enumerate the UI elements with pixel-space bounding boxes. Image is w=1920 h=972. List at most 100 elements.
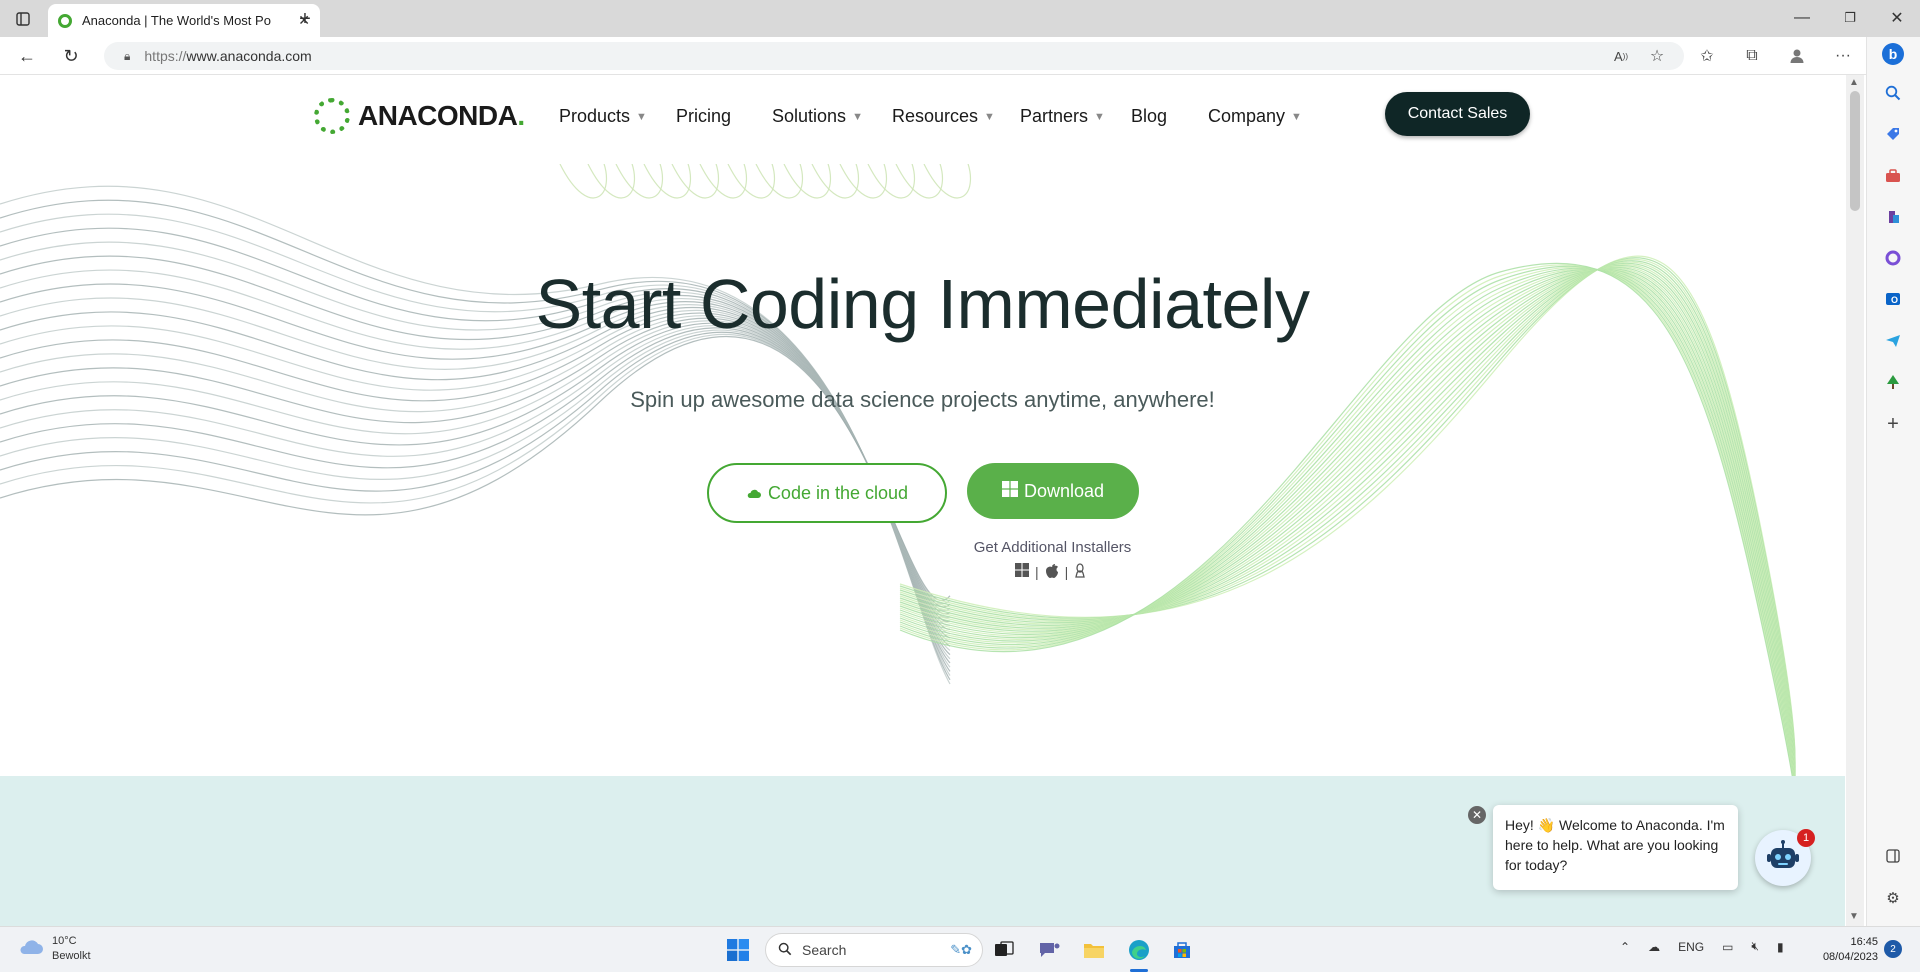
- chat-notification-badge: 1: [1797, 829, 1815, 847]
- scroll-up-icon[interactable]: ▲: [1849, 77, 1859, 88]
- additional-installers-link[interactable]: Get Additional Installers: [920, 539, 1185, 556]
- edge-browser-icon[interactable]: [1125, 936, 1153, 964]
- web-page: ANACONDA. Products ▼ Pricing Solutions ▼ R…: [0, 76, 1845, 926]
- onedrive-cloud-icon[interactable]: ☁: [1648, 940, 1660, 954]
- active-tab[interactable]: Anaconda | The World's Most Po ✕: [48, 4, 320, 37]
- tab-title: Anaconda | The World's Most Po: [82, 13, 271, 28]
- chevron-down-icon: ▼: [636, 110, 647, 123]
- tools-icon[interactable]: [1880, 163, 1906, 189]
- language-indicator[interactable]: ENG: [1678, 940, 1704, 954]
- wave-line: [899, 268, 1796, 776]
- chevron-down-icon: ▼: [852, 110, 863, 123]
- minimize-icon[interactable]: —: [1792, 8, 1812, 28]
- collections-icon[interactable]: ⧉: [1740, 44, 1764, 68]
- chat-close-icon[interactable]: ✕: [1468, 806, 1486, 824]
- wave-line: [0, 185, 951, 685]
- page-scrollbar[interactable]: ▲ ▼: [1846, 75, 1864, 926]
- wave-line: [867, 164, 916, 199]
- cloud-weather-icon: [18, 938, 44, 961]
- clock[interactable]: 16:45 08/04/2023: [1823, 935, 1878, 965]
- outlook-icon[interactable]: O: [1880, 286, 1906, 312]
- wave-line: [587, 164, 636, 199]
- weather-desc: Bewolkt: [52, 950, 91, 962]
- linux-installer-icon[interactable]: [1074, 562, 1086, 581]
- hero-title: Start Coding Immediately: [535, 265, 1310, 343]
- settings-gear-icon[interactable]: ⚙: [1880, 885, 1906, 911]
- window-close-icon[interactable]: ✕: [1887, 8, 1907, 28]
- lock-icon: 🔒︎: [124, 48, 131, 63]
- chevron-down-icon: ▼: [1291, 110, 1302, 123]
- chevron-down-icon: ▼: [1094, 110, 1105, 123]
- task-view-icon[interactable]: [990, 936, 1018, 964]
- taskbar-search-box[interactable]: Search ✎✿: [765, 933, 983, 967]
- clock-time: 16:45: [1850, 936, 1878, 948]
- os-separator: |: [1035, 563, 1039, 580]
- more-options-icon[interactable]: ···: [1831, 44, 1855, 68]
- display-icon[interactable]: ▭: [1722, 940, 1733, 954]
- notification-count-badge[interactable]: 2: [1884, 940, 1902, 958]
- volume-muted-icon[interactable]: 🔇︎: [1751, 939, 1759, 954]
- nav-products[interactable]: Products ▼: [559, 106, 647, 127]
- microsoft-365-icon[interactable]: [1880, 245, 1906, 271]
- anaconda-ring-icon: [314, 98, 350, 134]
- nav-company[interactable]: Company ▼: [1208, 106, 1302, 127]
- tree-icon[interactable]: [1880, 369, 1906, 395]
- taskbar-search-label: Search: [802, 942, 847, 958]
- teams-chat-icon[interactable]: [1035, 936, 1063, 964]
- telegram-send-icon[interactable]: [1880, 328, 1906, 354]
- read-aloud-icon[interactable]: A)): [1609, 44, 1633, 68]
- wave-line: [899, 267, 1795, 776]
- new-tab-icon[interactable]: +: [294, 8, 316, 30]
- start-windows-icon[interactable]: [724, 936, 752, 964]
- wave-line: [839, 164, 888, 199]
- battery-icon[interactable]: ▮: [1777, 940, 1784, 954]
- anaconda-favicon-icon: [58, 13, 72, 28]
- tab-actions-icon[interactable]: [12, 9, 34, 29]
- add-favorite-icon[interactable]: ☆: [1645, 44, 1669, 68]
- nav-partners[interactable]: Partners ▼: [1020, 106, 1105, 127]
- url-field[interactable]: 🔒︎ https://www.anaconda.com: [104, 42, 1684, 70]
- refresh-icon[interactable]: ↻: [60, 45, 82, 67]
- search-icon[interactable]: [1880, 80, 1906, 106]
- weather-widget[interactable]: 10°C Bewolkt: [18, 934, 91, 964]
- site-header: ANACONDA. Products ▼ Pricing Solutions ▼ R…: [0, 76, 1845, 164]
- nav-resources[interactable]: Resources ▼: [892, 106, 995, 127]
- apple-installer-icon[interactable]: [1045, 562, 1059, 581]
- code-in-cloud-label: Code in the cloud: [767, 482, 909, 503]
- chat-welcome-bubble[interactable]: Hey! 👋 Welcome to Anaconda. I'm here to …: [1493, 805, 1738, 890]
- favorites-icon[interactable]: ✩: [1695, 44, 1719, 68]
- nav-solutions[interactable]: Solutions ▼: [772, 106, 863, 127]
- nav-blog[interactable]: Blog: [1131, 106, 1167, 127]
- wave-line: [811, 164, 860, 199]
- show-hidden-icons-icon[interactable]: ⌃: [1620, 940, 1630, 954]
- download-button[interactable]: Download: [967, 463, 1139, 519]
- wave-line: [899, 269, 1796, 776]
- hide-sidebar-icon[interactable]: [1880, 843, 1906, 869]
- url-host: www.anaconda.com: [186, 48, 312, 64]
- code-in-cloud-button[interactable]: Code in the cloud: [707, 463, 947, 523]
- svg-text:O: O: [1891, 295, 1898, 305]
- scroll-thumb[interactable]: [1850, 91, 1860, 211]
- svg-text:b: b: [1889, 46, 1898, 62]
- file-explorer-icon[interactable]: [1080, 936, 1108, 964]
- anaconda-logo[interactable]: ANACONDA.: [314, 98, 525, 134]
- wave-line: [783, 164, 832, 199]
- profile-icon[interactable]: [1785, 44, 1809, 68]
- wave-line: [895, 164, 944, 199]
- scroll-down-icon[interactable]: ▼: [1849, 911, 1859, 922]
- restore-icon[interactable]: ❐: [1840, 8, 1860, 28]
- contact-sales-button[interactable]: Contact Sales: [1385, 92, 1530, 136]
- wave-line: [727, 164, 776, 199]
- wave-line: [899, 269, 1796, 776]
- chevron-down-icon: ▼: [984, 110, 995, 123]
- games-icon[interactable]: [1880, 204, 1906, 230]
- windows-installer-icon[interactable]: [1015, 563, 1029, 580]
- bing-icon[interactable]: b: [1880, 41, 1906, 67]
- tab-bar: Anaconda | The World's Most Po ✕ + — ❐ ✕: [0, 0, 1920, 37]
- add-sidebar-app-icon[interactable]: +: [1880, 411, 1906, 437]
- nav-pricing[interactable]: Pricing: [676, 106, 731, 127]
- back-icon[interactable]: ←: [16, 45, 38, 67]
- shopping-tag-icon[interactable]: [1880, 121, 1906, 147]
- microsoft-store-icon[interactable]: [1168, 936, 1196, 964]
- wave-line: [899, 269, 1796, 776]
